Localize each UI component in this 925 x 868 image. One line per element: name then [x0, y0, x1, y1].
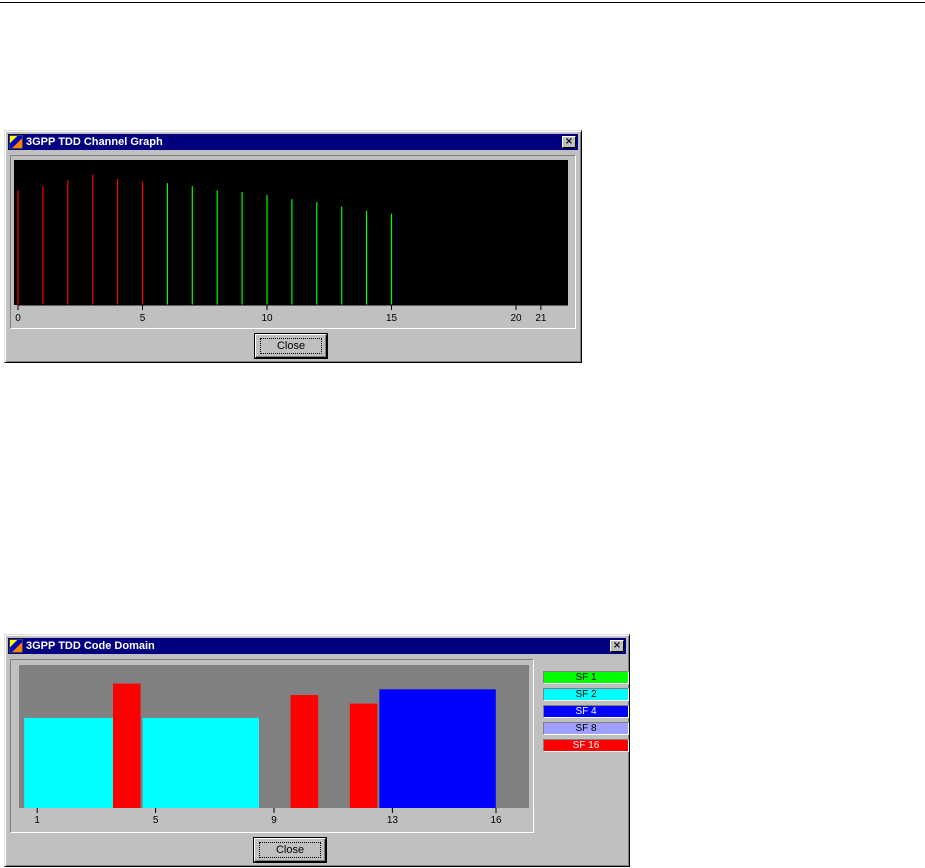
- code-bar: [113, 683, 141, 808]
- page-top-rule: [0, 2, 925, 3]
- close-button-label: Close: [276, 340, 306, 352]
- close-button[interactable]: Close: [255, 334, 327, 358]
- close-button-label: Close: [275, 844, 305, 856]
- code-x-tick-label: 13: [387, 815, 399, 826]
- channel-x-tick-label: 15: [386, 313, 398, 324]
- code-bar: [379, 689, 496, 808]
- window-title: 3GPP TDD Code Domain: [26, 640, 155, 652]
- code-x-tick-label: 1: [34, 815, 40, 826]
- channel-x-tick-label: 20: [510, 313, 522, 324]
- channel-x-tick-label: 21: [535, 313, 547, 324]
- code-domain-titlebar[interactable]: 3GPP TDD Code Domain ×: [8, 638, 626, 654]
- code-domain-plot: 1 5 9 13 16: [19, 665, 529, 826]
- channel-x-tick-label: 10: [261, 313, 273, 324]
- channel-x-tick-label: 0: [15, 313, 21, 324]
- legend-item-sf-8: SF 8: [543, 722, 629, 735]
- code-bar: [290, 695, 319, 808]
- channel-graph-titlebar[interactable]: 3GPP TDD Channel Graph ×: [8, 134, 578, 150]
- app-icon: [9, 135, 23, 149]
- close-icon[interactable]: ×: [610, 640, 624, 652]
- code-x-tick-label: 5: [153, 815, 159, 826]
- channel-graph-plot: 0 5 10 15 20 21: [14, 160, 568, 324]
- app-icon: [9, 639, 23, 653]
- code-x-tick-label: 16: [490, 815, 502, 826]
- close-icon[interactable]: ×: [562, 136, 576, 148]
- channel-x-tick-label: 5: [140, 313, 146, 324]
- close-button[interactable]: Close: [254, 838, 326, 862]
- code-domain-window: 3GPP TDD Code Domain × 1 5 9 13 16 SF 1 SF 2 S…: [4, 634, 630, 867]
- code-x-tick-label: 9: [271, 815, 277, 826]
- channel-graph-window: 3GPP TDD Channel Graph × 0 5 10 15 20 21 Clos…: [4, 130, 582, 363]
- legend-item-sf-4: SF 4: [543, 705, 629, 718]
- legend-item-sf-16: SF 16: [543, 739, 629, 752]
- legend-item-sf-2: SF 2: [543, 688, 629, 701]
- channel-plot-background: [14, 160, 568, 305]
- code-bar: [349, 703, 378, 808]
- legend-item-sf-1: SF 1: [543, 671, 629, 684]
- code-bar: [142, 717, 259, 808]
- window-title: 3GPP TDD Channel Graph: [26, 136, 163, 148]
